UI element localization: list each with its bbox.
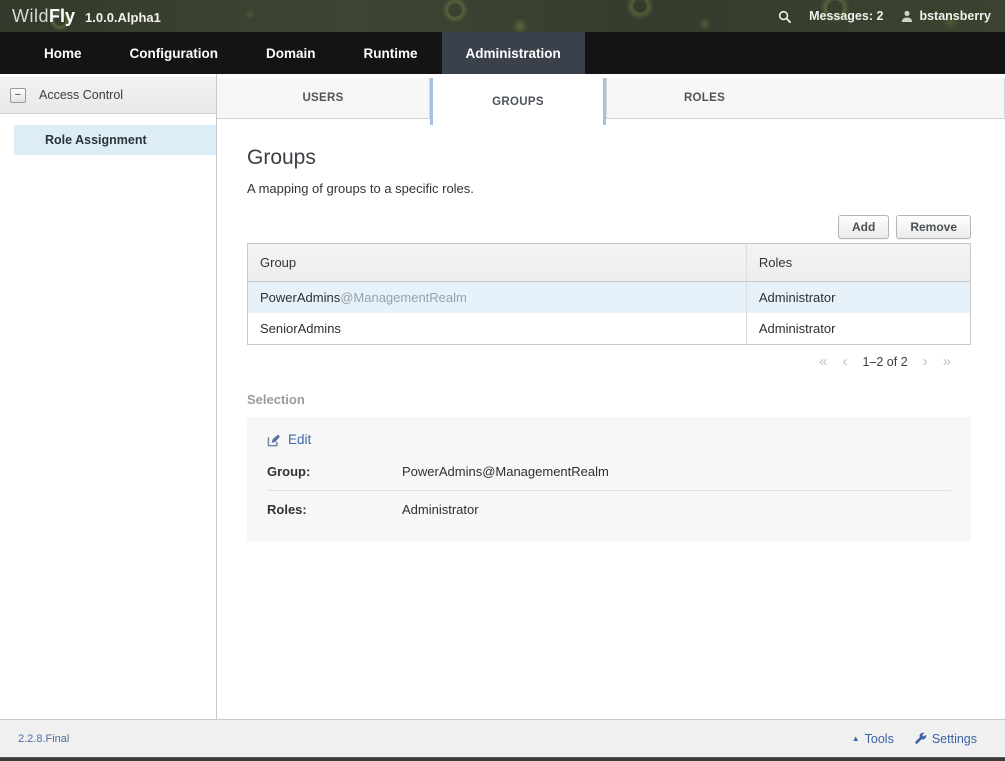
first-page-button[interactable]: « <box>819 354 827 369</box>
user-menu[interactable]: bstansberry <box>901 9 991 23</box>
realm-suffix: @ManagementRealm <box>340 290 467 305</box>
sidebar-section-label: Access Control <box>39 88 123 102</box>
collapse-section-button[interactable]: − <box>10 88 26 103</box>
group-cell: PowerAdmins@ManagementRealm <box>248 282 747 314</box>
page-description: A mapping of groups to a specific roles. <box>247 181 971 196</box>
roles-field-label: Roles: <box>267 502 402 517</box>
username-label: bstansberry <box>919 9 991 23</box>
roles-field-value: Administrator <box>402 502 479 517</box>
groups-table: Group Roles PowerAdmins@ManagementRealm … <box>247 243 971 345</box>
minus-icon: − <box>15 90 21 101</box>
nav-item-configuration[interactable]: Configuration <box>106 32 242 74</box>
wrench-icon <box>914 732 927 745</box>
table-toolbar: Add Remove <box>247 215 971 239</box>
edit-link-label: Edit <box>288 432 311 447</box>
table-row[interactable]: SeniorAdmins Administrator <box>248 313 971 345</box>
sidebar-item-label: Role Assignment <box>45 133 147 147</box>
remove-button[interactable]: Remove <box>896 215 971 239</box>
search-icon <box>778 10 791 23</box>
logo-wild: Wild <box>12 6 49 27</box>
sidebar-item-role-assignment[interactable]: Role Assignment <box>14 125 216 155</box>
group-cell: SeniorAdmins <box>248 313 747 345</box>
app-header: WildFly 1.0.0.Alpha1 Messages: 2 bstansb… <box>0 0 1005 32</box>
footer: 2.2.8.Final ▲ Tools Settings <box>0 719 1005 757</box>
chevron-up-icon: ▲ <box>852 734 860 743</box>
edit-link[interactable]: Edit <box>267 432 311 447</box>
last-page-button[interactable]: » <box>943 354 951 369</box>
column-header-roles: Roles <box>746 244 970 282</box>
tab-users[interactable]: USERS <box>217 78 430 119</box>
page-title: Groups <box>247 146 971 170</box>
roles-cell: Administrator <box>746 282 970 314</box>
app-body: − Access Control Role Assignment USERS G… <box>0 74 1005 719</box>
tab-groups[interactable]: GROUPS <box>430 78 606 125</box>
nav-item-domain[interactable]: Domain <box>242 32 340 74</box>
page-range-label: 1–2 of 2 <box>862 355 907 369</box>
sidebar-section-access-control: − Access Control <box>0 77 216 114</box>
roles-cell: Administrator <box>746 313 970 345</box>
table-row[interactable]: PowerAdmins@ManagementRealm Administrato… <box>248 282 971 314</box>
tabbar-filler <box>802 78 1005 119</box>
groups-content: Groups A mapping of groups to a specific… <box>217 119 1005 719</box>
edit-icon <box>267 433 281 447</box>
column-header-group: Group <box>248 244 747 282</box>
selection-field-group: Group: PowerAdmins@ManagementRealm <box>267 453 951 491</box>
product-version: 1.0.0.Alpha1 <box>85 10 161 25</box>
bottom-edge-strip <box>0 757 1005 761</box>
user-icon <box>901 10 913 22</box>
selection-panel: Edit Group: PowerAdmins@ManagementRealm … <box>247 417 971 542</box>
header-utilities: Messages: 2 bstansberry <box>778 9 991 23</box>
main-nav: Home Configuration Domain Runtime Admini… <box>0 32 1005 74</box>
prev-page-button[interactable]: ‹ <box>842 354 847 369</box>
nav-item-home[interactable]: Home <box>20 32 106 74</box>
pagination: « ‹ 1–2 of 2 › » <box>247 354 951 369</box>
console-version: 2.2.8.Final <box>18 733 69 745</box>
selection-field-roles: Roles: Administrator <box>267 491 951 528</box>
footer-links: ▲ Tools Settings <box>852 732 977 746</box>
main-panel: USERS GROUPS ROLES Groups A mapping of g… <box>217 74 1005 719</box>
group-field-value: PowerAdmins@ManagementRealm <box>402 464 609 479</box>
selection-title: Selection <box>247 392 971 407</box>
search-button[interactable] <box>778 10 791 23</box>
next-page-button[interactable]: › <box>923 354 928 369</box>
logo-fly: Fly <box>49 6 75 27</box>
tools-button[interactable]: ▲ Tools <box>852 732 894 746</box>
settings-button[interactable]: Settings <box>914 732 977 746</box>
tabbar: USERS GROUPS ROLES <box>217 78 1005 119</box>
tab-roles[interactable]: ROLES <box>606 78 802 119</box>
table-header-row: Group Roles <box>248 244 971 282</box>
messages-label: Messages: 2 <box>809 9 883 23</box>
nav-item-administration[interactable]: Administration <box>442 32 585 74</box>
group-field-label: Group: <box>267 464 402 479</box>
tools-label: Tools <box>865 732 894 746</box>
sidebar: − Access Control Role Assignment <box>0 74 217 719</box>
wildfly-logo: WildFly 1.0.0.Alpha1 <box>12 6 161 27</box>
messages-indicator[interactable]: Messages: 2 <box>809 9 883 23</box>
nav-item-runtime[interactable]: Runtime <box>340 32 442 74</box>
add-button[interactable]: Add <box>838 215 889 239</box>
settings-label: Settings <box>932 732 977 746</box>
